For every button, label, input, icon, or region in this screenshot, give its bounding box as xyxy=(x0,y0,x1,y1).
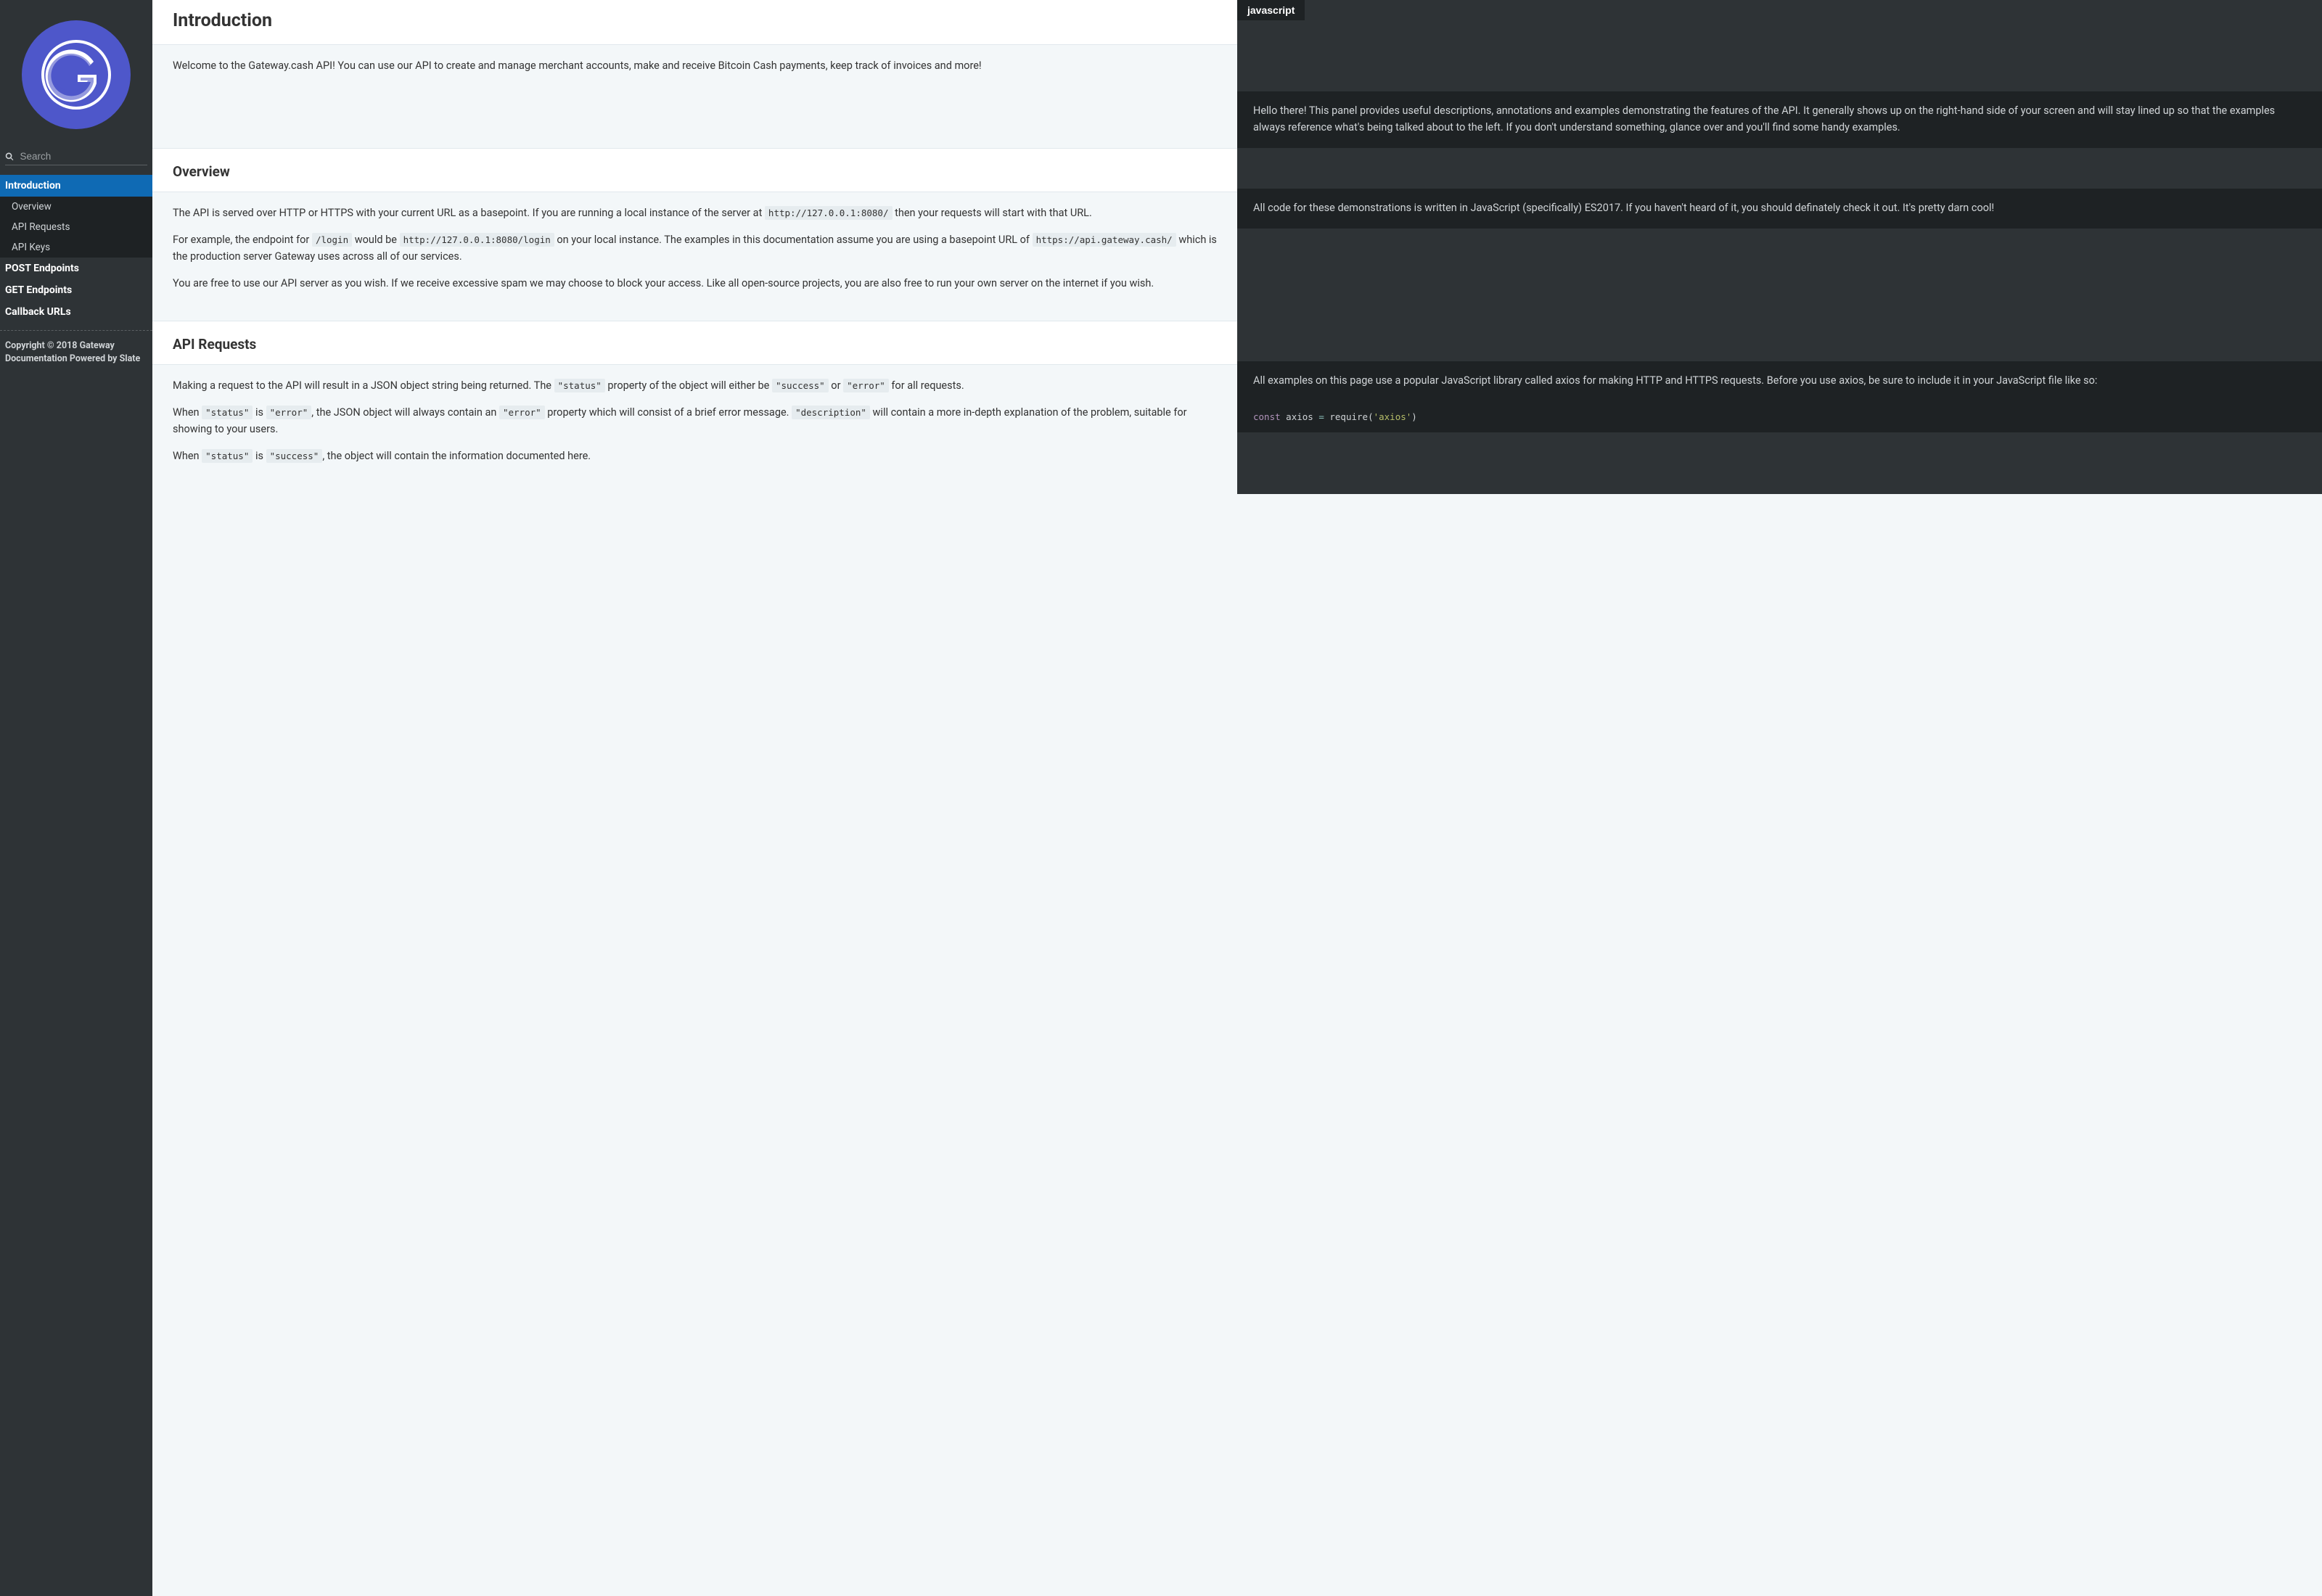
code-error: "error" xyxy=(843,379,889,392)
nav-introduction[interactable]: Introduction xyxy=(0,175,152,197)
nav-sub-api-keys[interactable]: API Keys xyxy=(0,237,152,258)
api-requests-p3: When "status" is "success", the object w… xyxy=(173,448,1217,465)
introduction-aside: Hello there! This panel provides useful … xyxy=(1237,91,2322,148)
logo-wrap xyxy=(0,0,152,144)
api-requests-p2: When "status" is "error", the JSON objec… xyxy=(173,405,1217,438)
code-login-full: http://127.0.0.1:8080/login xyxy=(400,233,554,247)
nav-sub-api-requests[interactable]: API Requests xyxy=(0,217,152,237)
nav: Introduction Overview API Requests API K… xyxy=(0,168,152,374)
nav-post-endpoints[interactable]: POST Endpoints xyxy=(0,258,152,279)
nav-callback-urls[interactable]: Callback URLs xyxy=(0,301,152,323)
copyright: Copyright © 2018 Gateway Documentation P… xyxy=(0,331,152,374)
code-success: "success" xyxy=(772,379,829,392)
overview-p2: For example, the endpoint for /login wou… xyxy=(173,232,1217,266)
search-input[interactable] xyxy=(20,151,147,162)
section-header-introduction: Introduction xyxy=(152,0,1237,45)
introduction-text: Welcome to the Gateway.cash API! You can… xyxy=(173,58,1217,75)
api-requests-p1: Making a request to the API will result … xyxy=(173,378,1217,395)
code-status: "status" xyxy=(554,379,605,392)
lang-tab-javascript[interactable]: javascript xyxy=(1237,0,1305,20)
api-requests-aside: All examples on this page use a popular … xyxy=(1237,361,2322,401)
code-error3: "error" xyxy=(499,406,545,419)
overview-p3: You are free to use our API server as yo… xyxy=(173,276,1217,292)
code-error2: "error" xyxy=(266,406,312,419)
search-wrap xyxy=(0,144,152,168)
code-description: "description" xyxy=(792,406,870,419)
api-requests-heading: API Requests xyxy=(152,321,1237,365)
introduction-body: Welcome to the Gateway.cash API! You can… xyxy=(152,45,1237,104)
overview-aside: All code for these demonstrations is wri… xyxy=(1237,189,2322,229)
search-icon xyxy=(5,152,15,162)
api-requests-body: Making a request to the API will result … xyxy=(152,365,1237,494)
code-status3: "status" xyxy=(202,449,253,463)
code-login-endpoint: /login xyxy=(312,233,352,247)
overview-p1: The API is served over HTTP or HTTPS wit… xyxy=(173,205,1217,222)
code-example-axios: const axios = require('axios') xyxy=(1237,401,2322,432)
code-baseurl: http://127.0.0.1:8080/ xyxy=(765,206,893,220)
lang-tabs: javascript xyxy=(1237,0,2322,45)
code-api-base: https://api.gateway.cash/ xyxy=(1033,233,1176,247)
overview-body: The API is served over HTTP or HTTPS wit… xyxy=(152,192,1237,321)
sidebar: Introduction Overview API Requests API K… xyxy=(0,0,152,1596)
content[interactable]: Introduction javascript Welcome to the G… xyxy=(152,0,2322,1596)
gateway-logo-icon xyxy=(40,38,112,111)
code-success2: "success" xyxy=(266,449,323,463)
code-status2: "status" xyxy=(202,406,253,419)
nav-get-endpoints[interactable]: GET Endpoints xyxy=(0,279,152,301)
page-title: Introduction xyxy=(173,10,1217,31)
nav-sub-overview[interactable]: Overview xyxy=(0,197,152,217)
overview-heading: Overview xyxy=(152,148,1237,192)
logo xyxy=(22,20,131,129)
